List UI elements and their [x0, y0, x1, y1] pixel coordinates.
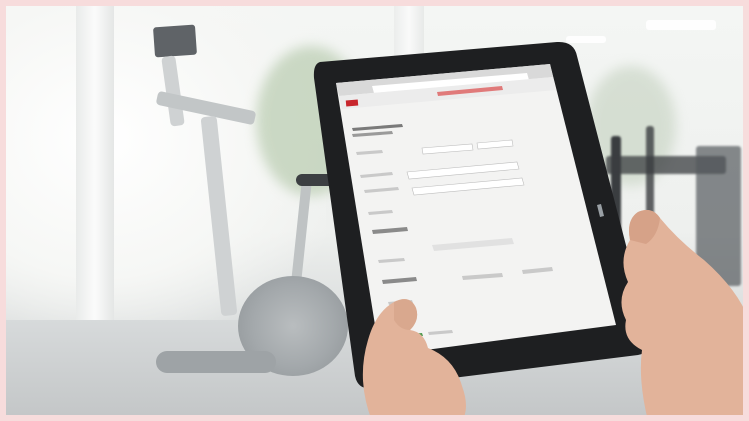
photo-scene [0, 0, 749, 421]
photo-border [0, 0, 749, 421]
